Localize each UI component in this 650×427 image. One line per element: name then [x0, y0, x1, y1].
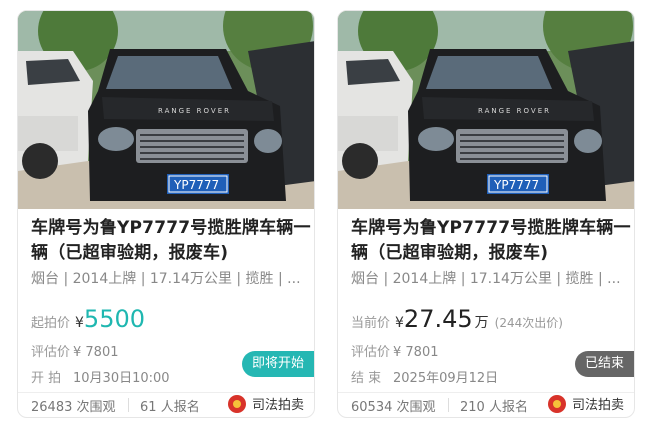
bid-count: (244次出价) — [494, 316, 563, 330]
views-number: 60534 — [351, 400, 393, 415]
price-value: 27.45 — [403, 305, 473, 333]
status-badge: 已结束 — [574, 351, 634, 377]
seller-tag[interactable]: 司法拍卖 — [227, 394, 304, 413]
signups-suffix: 人报名 — [488, 400, 528, 415]
listing-card[interactable]: RANGE ROVER YP7777 车牌号为鲁YP7777号揽胜牌车辆一辆（已… — [337, 10, 635, 418]
eval-label: 评估价 — [31, 345, 71, 360]
evaluation-row: 评估价 ¥ 7801 — [351, 341, 439, 360]
price-row: 当前价 ¥27.45 万 (244次出价) — [351, 305, 563, 333]
signups-number: 61 — [140, 400, 157, 415]
court-emblem-icon — [547, 394, 566, 413]
seller-label: 司法拍卖 — [251, 398, 304, 413]
seller-tag[interactable]: 司法拍卖 — [547, 394, 624, 413]
views-count: 60534 次围观 — [351, 396, 436, 415]
time-row: 开 拍 10月30日10:00 — [31, 367, 170, 386]
price-value: 5500 — [83, 305, 145, 333]
views-count: 26483 次围观 — [31, 396, 116, 415]
signups-suffix: 人报名 — [160, 400, 200, 415]
eval-value: ¥ 7801 — [73, 345, 119, 360]
plate-text: YP7777 — [493, 178, 539, 192]
eval-label: 评估价 — [351, 345, 391, 360]
time-label: 开 拍 — [31, 371, 62, 386]
signups-count: 210 人报名 — [448, 396, 528, 415]
currency-symbol: ¥ — [395, 315, 404, 331]
views-suffix: 次围观 — [76, 400, 116, 415]
plate-text: YP7777 — [173, 178, 219, 192]
eval-value: ¥ 7801 — [393, 345, 439, 360]
price-row: 起拍价 ¥5500 — [31, 305, 145, 333]
divider — [18, 392, 314, 393]
evaluation-row: 评估价 ¥ 7801 — [31, 341, 119, 360]
svg-text:RANGE ROVER: RANGE ROVER — [158, 107, 231, 115]
separator — [128, 398, 129, 412]
time-value: 2025年09月12日 — [393, 371, 499, 386]
status-badge: 即将开始 — [241, 351, 314, 377]
time-row: 结 束 2025年09月12日 — [351, 367, 498, 386]
listing-title[interactable]: 车牌号为鲁YP7777号揽胜牌车辆一辆（已超审验期，报废车) — [31, 216, 311, 266]
car-photo[interactable]: RANGE ROVER YP7777 — [18, 11, 314, 209]
price-unit: 万 — [474, 315, 489, 331]
listing-meta: 烟台 | 2014上牌 | 17.14万公里 | 揽胜 | ... — [31, 271, 301, 287]
time-label: 结 束 — [351, 371, 382, 386]
price-label: 当前价 — [351, 316, 391, 331]
listing-title[interactable]: 车牌号为鲁YP7777号揽胜牌车辆一辆（已超审验期，报废车) — [351, 216, 631, 266]
views-number: 26483 — [31, 400, 73, 415]
views-suffix: 次围观 — [396, 400, 436, 415]
seller-label: 司法拍卖 — [571, 398, 624, 413]
svg-text:RANGE ROVER: RANGE ROVER — [478, 107, 551, 115]
signups-count: 61 人报名 — [128, 396, 200, 415]
separator — [448, 398, 449, 412]
car-photo[interactable]: RANGE ROVER YP7777 — [338, 11, 634, 209]
price-label: 起拍价 — [31, 316, 71, 331]
currency-symbol: ¥ — [75, 315, 84, 331]
time-value: 10月30日10:00 — [73, 371, 170, 386]
listing-card[interactable]: RANGE ROVER YP7777 车牌号为鲁YP7777号揽胜牌车辆一辆（已… — [17, 10, 315, 418]
signups-number: 210 — [460, 400, 485, 415]
listing-meta: 烟台 | 2014上牌 | 17.14万公里 | 揽胜 | ... — [351, 271, 621, 287]
divider — [338, 392, 634, 393]
court-emblem-icon — [227, 394, 246, 413]
